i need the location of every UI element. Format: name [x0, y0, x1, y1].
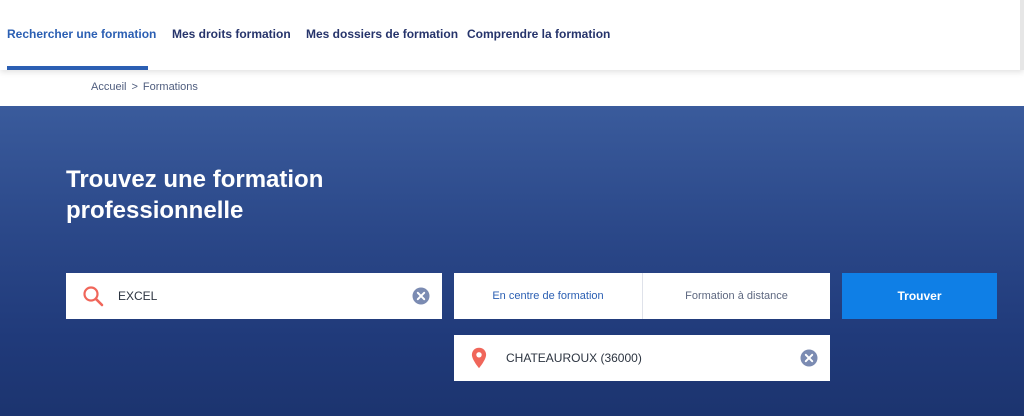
top-navigation: Rechercher une formation Mes droits form… [0, 0, 1024, 70]
clear-keyword-icon[interactable] [412, 287, 430, 305]
keyword-search-input[interactable] [118, 273, 398, 319]
location-input[interactable] [506, 335, 786, 381]
breadcrumb-separator: > [131, 81, 138, 93]
search-icon [83, 286, 104, 307]
mode-tab-en-centre[interactable]: En centre de formation [454, 273, 642, 319]
location-search-field[interactable] [454, 335, 830, 381]
tab-rechercher-une-formation[interactable]: Rechercher une formation [7, 27, 156, 41]
keyword-search-field[interactable] [66, 273, 442, 319]
tab-mes-dossiers-de-formation[interactable]: Mes dossiers de formation [306, 27, 458, 41]
active-tab-indicator [7, 66, 148, 70]
breadcrumb: Accueil > Formations [91, 81, 198, 93]
scrollbar[interactable] [1020, 0, 1024, 70]
training-mode-toggle: En centre de formation Formation à dista… [454, 273, 830, 319]
mode-tab-a-distance[interactable]: Formation à distance [642, 273, 830, 319]
breadcrumb-current: Formations [142, 81, 198, 93]
clear-location-icon[interactable] [800, 349, 818, 367]
tab-comprendre-la-formation[interactable]: Comprendre la formation [467, 27, 610, 41]
breadcrumb-home-link[interactable]: Accueil [91, 81, 126, 93]
tab-mes-droits-formation[interactable]: Mes droits formation [172, 27, 291, 41]
find-button[interactable]: Trouver [842, 273, 997, 319]
map-pin-icon [471, 347, 487, 369]
page-title: Trouvez une formation professionnelle [66, 166, 324, 224]
